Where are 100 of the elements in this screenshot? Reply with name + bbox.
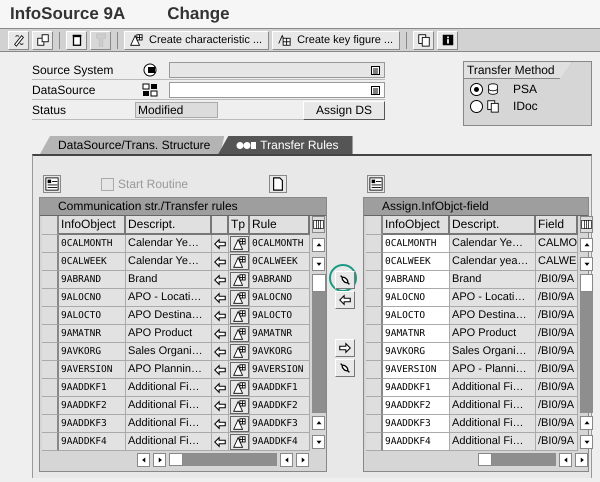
row-selector[interactable]	[42, 415, 59, 433]
link-icon	[338, 273, 352, 287]
row-selector[interactable]	[42, 235, 59, 253]
table-cell[interactable]: 9ABRAND	[383, 271, 450, 289]
new-document-button[interactable]	[269, 175, 287, 193]
scroll-thumb[interactable]	[312, 274, 326, 292]
table-cell: CALMO	[536, 235, 578, 253]
scroll-down-button[interactable]	[580, 257, 593, 271]
arrow-left-button[interactable]	[335, 291, 355, 309]
table-cell[interactable]: 9ALOCTO	[383, 307, 450, 325]
rule-type-button[interactable]	[230, 344, 248, 360]
scroll-left-button[interactable]	[559, 452, 572, 466]
table-cell[interactable]: 9AADDKF3	[383, 415, 450, 433]
scroll-down-button[interactable]	[312, 257, 325, 271]
row-selector[interactable]	[366, 415, 383, 433]
tab[interactable]: DataSource/Trans. Structure	[40, 136, 224, 154]
rule-type-button[interactable]	[230, 362, 248, 378]
row-selector[interactable]	[42, 289, 59, 307]
toolbar-button[interactable]	[437, 30, 458, 50]
columns-button[interactable]	[312, 216, 325, 233]
scroll-down-button[interactable]	[312, 435, 325, 449]
column-header[interactable]: Rule	[250, 216, 310, 235]
scroll-right-button[interactable]	[575, 452, 588, 466]
scroll-up-button[interactable]	[312, 416, 325, 430]
column-header[interactable]: InfoObject	[383, 216, 450, 235]
radio-button[interactable]	[470, 82, 483, 96]
row-selector[interactable]	[366, 253, 383, 271]
scroll-left-button[interactable]	[137, 452, 150, 466]
layout-button[interactable]	[367, 175, 385, 193]
scroll-down-button[interactable]	[580, 435, 593, 449]
rule-type-button[interactable]	[230, 236, 248, 252]
row-selector[interactable]	[366, 343, 383, 361]
row-selector[interactable]	[366, 361, 383, 379]
table-cell[interactable]: 9AVERSION	[383, 361, 450, 379]
header-corner[interactable]	[366, 216, 383, 235]
rule-type-button[interactable]	[230, 308, 248, 324]
row-selector[interactable]	[42, 253, 59, 271]
table-cell[interactable]: 9AADDKF2	[383, 397, 450, 415]
table-cell[interactable]: 0CALWEEK	[383, 253, 450, 271]
row-selector[interactable]	[42, 271, 59, 289]
scroll-up-button[interactable]	[580, 416, 593, 430]
row-selector[interactable]	[366, 271, 383, 289]
header-corner[interactable]	[42, 216, 59, 235]
scroll-right-button[interactable]	[296, 452, 309, 466]
rule-type-button[interactable]	[230, 290, 248, 306]
link-button[interactable]	[335, 271, 355, 289]
row-selector[interactable]	[42, 397, 59, 415]
rule-type-button[interactable]	[230, 254, 248, 270]
scroll-up-button[interactable]	[312, 238, 325, 252]
column-header[interactable]: Field	[536, 216, 578, 235]
assign-ds-button[interactable]: Assign DS	[303, 100, 385, 120]
scroll-left-button[interactable]	[280, 452, 293, 466]
column-header[interactable]: Tp	[229, 216, 250, 235]
column-header[interactable]: Descript.	[450, 216, 536, 235]
rule-type-button[interactable]	[230, 272, 248, 288]
table-cell[interactable]: 9AADDKF4	[383, 433, 450, 451]
layout-button[interactable]	[43, 175, 61, 193]
column-header[interactable]: InfoObject	[59, 216, 126, 235]
input-field[interactable]	[169, 62, 385, 78]
table-cell[interactable]: 9AMATNR	[383, 325, 450, 343]
unlink-button[interactable]	[335, 359, 355, 377]
row-selector[interactable]	[366, 289, 383, 307]
toolbar-button[interactable]: Create key figure ...	[272, 30, 400, 50]
table-cell[interactable]: 0CALMONTH	[383, 235, 450, 253]
scroll-up-button[interactable]	[580, 238, 593, 252]
rule-type-button[interactable]	[230, 380, 248, 396]
toolbar-button[interactable]: Create characteristic ...	[124, 30, 270, 50]
rule-type-button[interactable]	[230, 326, 248, 342]
row-selector[interactable]	[366, 235, 383, 253]
table-cell[interactable]: 9AVKORG	[383, 343, 450, 361]
row-selector[interactable]	[42, 343, 59, 361]
toolbar-button[interactable]	[8, 30, 29, 50]
row-selector[interactable]	[366, 397, 383, 415]
row-selector[interactable]	[366, 325, 383, 343]
toolbar-button[interactable]	[413, 30, 434, 50]
arrow-right-button[interactable]	[335, 339, 355, 357]
scroll-thumb[interactable]	[580, 274, 593, 292]
row-selector[interactable]	[42, 325, 59, 343]
rule-type-button[interactable]	[230, 434, 248, 450]
toolbar-button[interactable]	[66, 30, 87, 50]
row-selector[interactable]	[42, 379, 59, 397]
row-selector[interactable]	[366, 379, 383, 397]
scroll-thumb[interactable]	[478, 453, 492, 466]
row-selector[interactable]	[366, 433, 383, 451]
tab[interactable]: Transfer Rules	[218, 136, 353, 154]
column-header[interactable]: Descript.	[126, 216, 212, 235]
columns-button[interactable]	[580, 216, 593, 233]
toolbar-button[interactable]	[32, 30, 53, 50]
row-selector[interactable]	[366, 307, 383, 325]
scroll-right-button[interactable]	[153, 452, 166, 466]
rule-type-button[interactable]	[230, 416, 248, 432]
table-cell[interactable]: 9ALOCNO	[383, 289, 450, 307]
input-field[interactable]	[169, 82, 385, 98]
row-selector[interactable]	[42, 307, 59, 325]
radio-button[interactable]	[470, 100, 483, 112]
rule-type-button[interactable]	[230, 398, 248, 414]
table-cell[interactable]: 9AADDKF1	[383, 379, 450, 397]
row-selector[interactable]	[42, 433, 59, 451]
scroll-thumb[interactable]	[169, 453, 183, 466]
row-selector[interactable]	[42, 361, 59, 379]
